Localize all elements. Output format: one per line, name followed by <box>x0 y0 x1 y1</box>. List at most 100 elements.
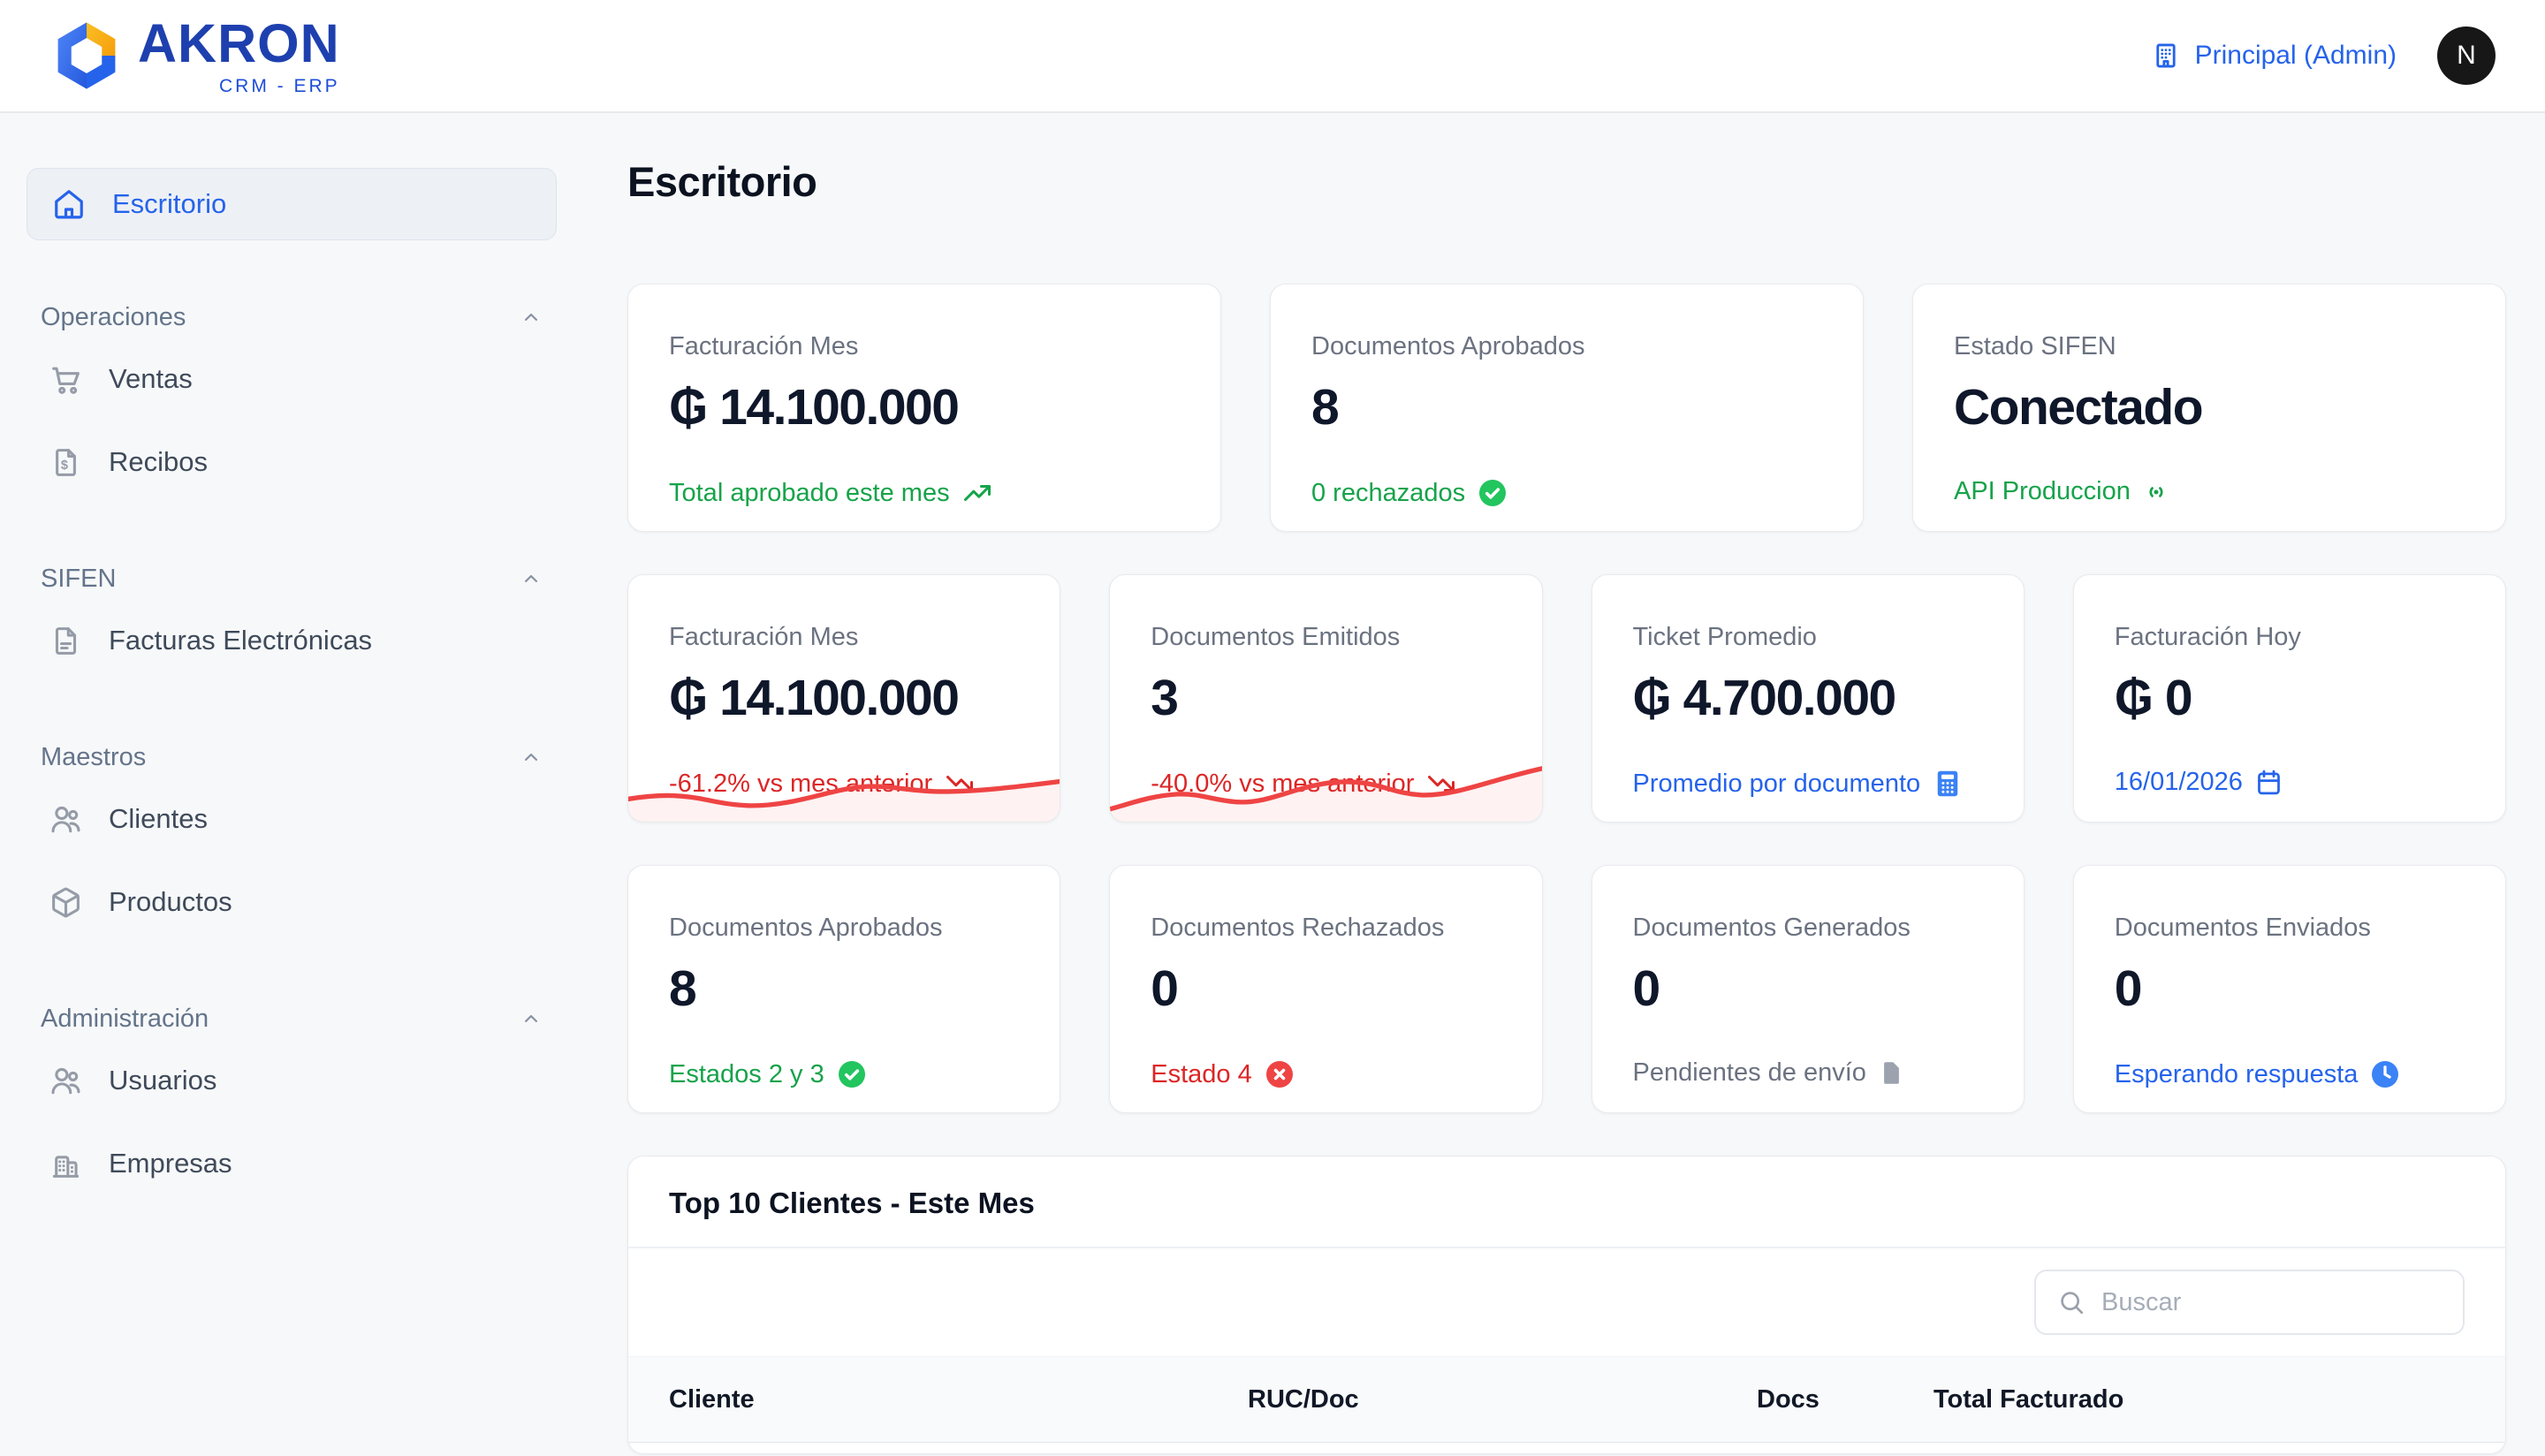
stat-label: Facturación Mes <box>669 623 1019 652</box>
sidebar-item-empresas[interactable]: Empresas <box>27 1124 557 1203</box>
stat-value: 8 <box>669 964 1019 1014</box>
avatar[interactable]: N <box>2437 27 2496 85</box>
stat-label: Estado SIFEN <box>1954 332 2465 361</box>
sidebar-item-escritorio[interactable]: Escritorio <box>27 168 557 240</box>
stat-card-facturacion-mes-row1: Facturación Mes ₲ 14.100.000 Total aprobad… <box>627 284 1221 532</box>
stat-card-documentos-aprobados-row1: Documentos Aprobados80 rechazados <box>1270 284 1864 532</box>
stat-value: Conectado <box>1954 383 2465 433</box>
top-clients-card: Top 10 Clientes - Este Mes Cliente RUC/D… <box>627 1156 2506 1454</box>
stat-subtitle: Estados 2 y 3 <box>669 1058 1019 1090</box>
stat-subtitle-text: API Produccion <box>1954 477 2131 506</box>
stat-subtitle-text: Estado 4 <box>1151 1060 1251 1089</box>
file-icon <box>1878 1059 1905 1087</box>
check-circle-icon <box>836 1058 868 1090</box>
stat-value: ₲ 14.100.000 <box>669 383 1180 433</box>
table-toolbar <box>628 1248 2505 1356</box>
stat-value: 0 <box>2115 964 2465 1014</box>
sidebar-item-clientes[interactable]: Clientes <box>27 779 557 859</box>
stat-subtitle: API Produccion <box>1954 477 2465 506</box>
sidebar-item-label: Escritorio <box>112 188 226 220</box>
sidebar-item-facturas-electronicas[interactable]: Facturas Electrónicas <box>27 601 557 680</box>
receipt-icon: $ <box>49 446 82 479</box>
stats-row-3: Documentos Aprobados8Estados 2 y 3Docume… <box>627 865 2506 1113</box>
brand-logo: AKRON CRM - ERP <box>51 15 340 97</box>
stat-value: ₲ 0 <box>2115 673 2465 724</box>
column-header-docs: Docs <box>1757 1385 1933 1414</box>
main-content: Escritorio Facturación Mes ₲ 14.100.000 To… <box>583 113 2545 1456</box>
stat-subtitle: Estado 4 <box>1151 1058 1500 1090</box>
users-icon <box>49 803 82 836</box>
top-clients-title: Top 10 Clientes - Este Mes <box>628 1156 2505 1248</box>
search-box[interactable] <box>2034 1270 2465 1335</box>
stat-subtitle-text: Promedio por documento <box>1633 770 1921 799</box>
stat-subtitle: Promedio por documento <box>1633 768 1983 800</box>
stat-subtitle-text: Total aprobado este mes <box>669 479 950 508</box>
sidebar-item-label: Recibos <box>109 446 208 478</box>
column-header-ruc-doc: RUC/Doc <box>1248 1385 1757 1414</box>
home-icon <box>52 187 86 221</box>
stat-subtitle-text: Estados 2 y 3 <box>669 1060 824 1089</box>
chevron-up-icon <box>520 567 543 590</box>
stat-card-documentos-rechazados-row3: Documentos Rechazados 0 Estado 4 <box>1109 865 1542 1113</box>
stat-subtitle-text: 0 rechazados <box>1311 479 1465 508</box>
stat-subtitle: 16/01/2026 <box>2115 768 2465 797</box>
stat-value: 0 <box>1633 964 1983 1014</box>
sidebar-section-label: Operaciones <box>41 303 186 332</box>
sidebar: Escritorio Operaciones Ventas $ Recibos SIFE… <box>0 113 583 1456</box>
building-icon <box>49 1148 82 1180</box>
sidebar-item-usuarios[interactable]: Usuarios <box>27 1041 557 1120</box>
stat-subtitle: Total aprobado este mes <box>669 477 1180 509</box>
stat-label: Documentos Aprobados <box>1311 332 1822 361</box>
chevron-up-icon <box>520 746 543 769</box>
page-title: Escritorio <box>627 157 2506 206</box>
stats-row-2: Facturación Mes₲ 14.100.000-61.2% vs mes… <box>627 574 2506 823</box>
calendar-icon <box>2254 768 2283 797</box>
sidebar-item-label: Productos <box>109 886 232 918</box>
calculator-icon <box>1932 768 1964 800</box>
package-icon <box>49 886 82 919</box>
column-header-cliente: Cliente <box>669 1385 1248 1414</box>
sidebar-sections: Operaciones Ventas $ Recibos SIFEN Facturas E… <box>27 299 557 1203</box>
sidebar-item-recibos[interactable]: $ Recibos <box>27 422 557 502</box>
sidebar-section-administracion[interactable]: Administración <box>27 1000 557 1037</box>
stat-value: 0 <box>1151 964 1500 1014</box>
search-input[interactable] <box>2100 1287 2442 1318</box>
stat-label: Documentos Generados <box>1633 914 1983 943</box>
sidebar-section-maestros[interactable]: Maestros <box>27 739 557 776</box>
sidebar-section-sifen[interactable]: SIFEN <box>27 560 557 597</box>
sidebar-section-label: Administración <box>41 1005 209 1034</box>
chevron-up-icon <box>520 306 543 329</box>
sidebar-item-label: Usuarios <box>109 1065 217 1096</box>
stat-label: Documentos Aprobados <box>669 914 1019 943</box>
sidebar-item-label: Clientes <box>109 803 208 835</box>
stat-value: ₲ 4.700.000 <box>1633 673 1983 724</box>
stat-label: Documentos Emitidos <box>1151 623 1500 652</box>
akron-hexagon-logo-icon <box>51 18 122 94</box>
company-switcher[interactable]: Principal (Admin) <box>2151 41 2397 71</box>
sidebar-item-label: Empresas <box>109 1148 232 1179</box>
stat-subtitle: Pendientes de envío <box>1633 1058 1983 1088</box>
sidebar-item-label: Facturas Electrónicas <box>109 625 372 656</box>
stat-value: ₲ 14.100.000 <box>669 673 1019 724</box>
stat-label: Documentos Rechazados <box>1151 914 1500 943</box>
sidebar-item-label: Ventas <box>109 363 193 395</box>
radio-icon <box>2142 478 2170 506</box>
sidebar-item-productos[interactable]: Productos <box>27 862 557 942</box>
stat-subtitle-text: Pendientes de envío <box>1633 1058 1866 1088</box>
stat-label: Facturación Mes <box>669 332 1180 361</box>
sidebar-item-ventas[interactable]: Ventas <box>27 339 557 419</box>
stat-label: Documentos Enviados <box>2115 914 2465 943</box>
sidebar-section-operaciones[interactable]: Operaciones <box>27 299 557 336</box>
file-text-icon <box>49 625 82 657</box>
search-icon <box>2057 1288 2085 1316</box>
stat-card-documentos-emitidos-row2: Documentos Emitidos3-40.0% vs mes anteri… <box>1109 574 1542 823</box>
check-circle-icon <box>1477 477 1508 509</box>
stat-label: Facturación Hoy <box>2115 623 2465 652</box>
cart-icon <box>49 363 82 396</box>
x-circle-icon <box>1264 1058 1295 1090</box>
stat-card-documentos-enviados-row3: Documentos Enviados 0 Esperando respuesta <box>2073 865 2506 1113</box>
stat-subtitle: Esperando respuesta <box>2115 1058 2465 1090</box>
company-switcher-label: Principal (Admin) <box>2195 41 2397 71</box>
stat-label: Ticket Promedio <box>1633 623 1983 652</box>
stat-card-documentos-aprobados-row3: Documentos Aprobados 8 Estados 2 y 3 <box>627 865 1060 1113</box>
